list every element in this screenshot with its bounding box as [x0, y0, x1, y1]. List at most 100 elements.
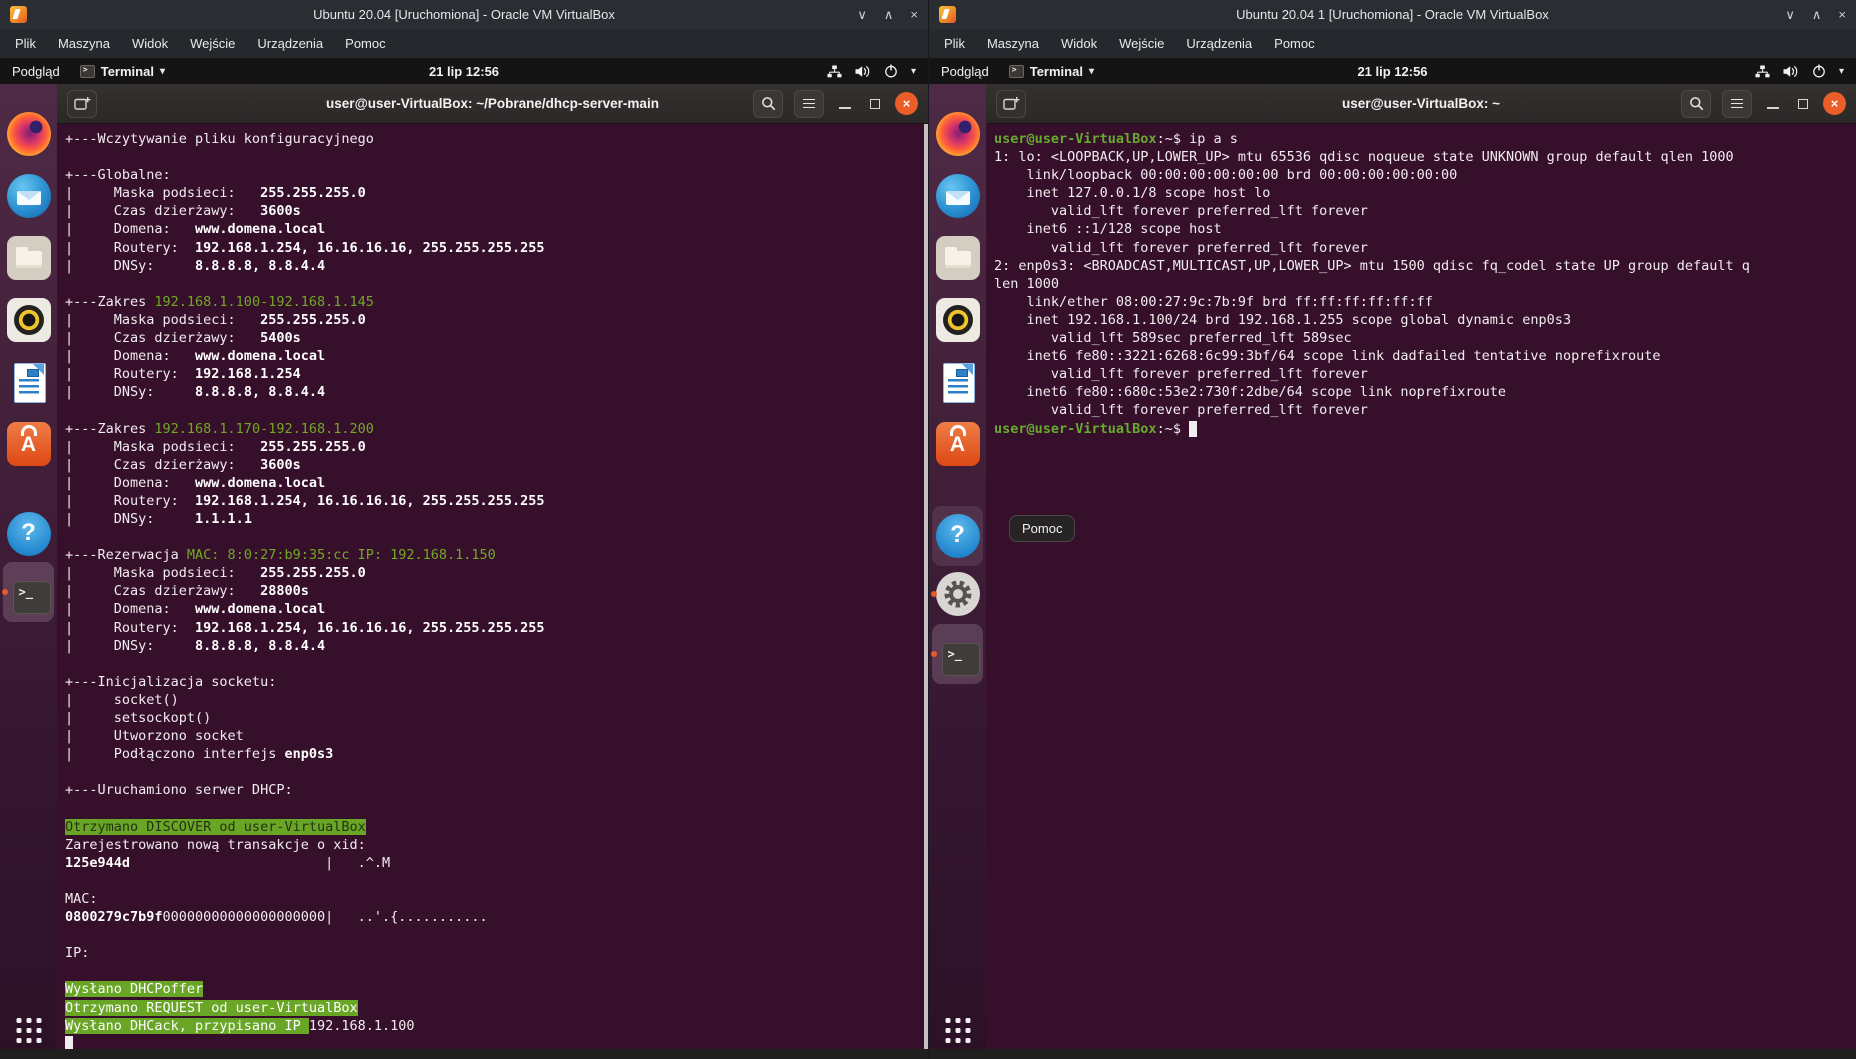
dock-item-firefox[interactable]	[932, 106, 983, 162]
dock-item-ubuntu-software[interactable]: A	[932, 416, 983, 472]
dock-item-terminal[interactable]: >_	[3, 562, 54, 622]
terminal-line: valid_lft forever preferred_lft forever	[994, 239, 1856, 257]
terminal-line	[65, 799, 928, 817]
maximize-window-button[interactable]: ∧	[884, 8, 894, 21]
virtualbox-statusbar	[929, 1049, 1856, 1059]
terminal-line: | Czas dzierżawy: 28800s	[65, 582, 928, 600]
system-status-area[interactable]: ▾	[827, 64, 928, 78]
terminal-icon: >_	[942, 643, 980, 676]
terminal-line: valid_lft 589sec preferred_lft 589sec	[994, 329, 1856, 347]
dock-item-firefox[interactable]	[3, 106, 54, 162]
titlebar[interactable]: Ubuntu 20.04 1 [Uruchomiona] - Oracle VM…	[929, 0, 1856, 29]
terminal-line	[65, 763, 928, 781]
dock-item-rhythmbox[interactable]	[932, 292, 983, 348]
dock-item-files[interactable]	[932, 230, 983, 286]
maximize-window-button[interactable]: ∧	[1812, 8, 1822, 21]
terminal-line: Wysłano DHCack, przypisano IP 192.168.1.…	[65, 1017, 928, 1035]
gnome-topbar: Podgląd Terminal ▾ 21 lip 12:56	[929, 58, 1856, 84]
running-indicator-dot	[2, 589, 8, 595]
thunderbird-icon	[936, 174, 980, 218]
terminal-restore-button[interactable]	[1798, 99, 1808, 109]
menu-widok[interactable]: Widok	[1050, 29, 1108, 58]
show-applications-button[interactable]	[945, 1018, 970, 1043]
search-button[interactable]	[753, 90, 783, 118]
virtualbox-window-left: Ubuntu 20.04 [Uruchomiona] - Oracle VM V…	[0, 0, 928, 1059]
libreoffice-writer-icon	[936, 360, 980, 404]
libreoffice-writer-icon	[7, 360, 51, 404]
terminal-line: valid_lft forever preferred_lft forever	[994, 401, 1856, 419]
dock-item-ubuntu-software[interactable]: A	[3, 416, 54, 472]
terminal-line: | socket()	[65, 691, 928, 709]
close-window-button[interactable]: ×	[1838, 8, 1846, 21]
menu-pomoc[interactable]: Pomoc	[334, 29, 396, 58]
gnome-topbar: Podgląd Terminal ▾ 21 lip 12:56	[0, 58, 928, 84]
power-icon	[1812, 64, 1826, 78]
vm-screen: user@user-VirtualBox: ~/Pobrane/dhcp-ser…	[0, 84, 928, 1059]
terminal-headerbar[interactable]: user@user-VirtualBox: ~/Pobrane/dhcp-ser…	[57, 84, 928, 124]
terminal-line: MAC:	[65, 890, 928, 908]
terminal-close-button[interactable]: ×	[1823, 92, 1846, 115]
rhythmbox-icon	[936, 298, 980, 342]
terminal-line: +---Rezerwacja MAC: 8:0:27:b9:35:cc IP: …	[65, 546, 928, 564]
dock-item-thunderbird[interactable]	[932, 168, 983, 224]
menu-widok[interactable]: Widok	[121, 29, 179, 58]
power-icon	[884, 64, 898, 78]
dock-item-libreoffice-writer[interactable]	[3, 354, 54, 410]
terminal-restore-button[interactable]	[870, 99, 880, 109]
terminal-line: 2: enp0s3: <BROADCAST,MULTICAST,UP,LOWER…	[994, 257, 1856, 275]
virtualbox-window-right: Ubuntu 20.04 1 [Uruchomiona] - Oracle VM…	[928, 0, 1856, 1059]
terminal-line: +---Zakres 192.168.1.170-192.168.1.200	[65, 420, 928, 438]
minimize-window-button[interactable]: ∨	[1785, 8, 1795, 21]
dock-item-rhythmbox[interactable]	[3, 292, 54, 348]
show-applications-button[interactable]	[16, 1018, 41, 1043]
vm-screen: user@user-VirtualBox: ~	[929, 84, 1856, 1059]
dock-item-terminal[interactable]: >_	[932, 624, 983, 684]
terminal-line: | setsockopt()	[65, 709, 928, 727]
terminal-line	[65, 401, 928, 419]
terminal-line: | Domena: www.domena.local	[65, 474, 928, 492]
menu-pomoc[interactable]: Pomoc	[1263, 29, 1325, 58]
terminal-screen[interactable]: user@user-VirtualBox:~$ ip a s1: lo: <LO…	[986, 124, 1856, 1059]
menu-urzadzenia[interactable]: Urządzenia	[246, 29, 334, 58]
terminal-headerbar[interactable]: user@user-VirtualBox: ~	[986, 84, 1856, 124]
system-status-area[interactable]: ▾	[1755, 64, 1856, 78]
menu-button[interactable]	[794, 90, 824, 118]
menu-button[interactable]	[1722, 90, 1752, 118]
dock-item-thunderbird[interactable]	[3, 168, 54, 224]
search-button[interactable]	[1681, 90, 1711, 118]
menu-wejscie[interactable]: Wejście	[1108, 29, 1175, 58]
terminal-line: | Czas dzierżawy: 3600s	[65, 456, 928, 474]
terminal-minimize-button[interactable]	[839, 107, 851, 109]
thunderbird-icon	[7, 174, 51, 218]
close-window-button[interactable]: ×	[910, 8, 918, 21]
menu-urzadzenia[interactable]: Urządzenia	[1175, 29, 1263, 58]
minimize-window-button[interactable]: ∨	[857, 8, 867, 21]
menu-maszyna[interactable]: Maszyna	[976, 29, 1050, 58]
terminal-line: inet 192.168.1.100/24 brd 192.168.1.255 …	[994, 311, 1856, 329]
titlebar[interactable]: Ubuntu 20.04 [Uruchomiona] - Oracle VM V…	[0, 0, 928, 29]
chevron-down-icon: ▾	[911, 66, 916, 77]
terminal-line: | Domena: www.domena.local	[65, 347, 928, 365]
dock-item-help[interactable]: ?	[932, 506, 983, 566]
terminal-line: | DNSy: 1.1.1.1	[65, 510, 928, 528]
dock-item-settings[interactable]	[932, 566, 983, 622]
menu-plik[interactable]: Plik	[4, 29, 47, 58]
running-indicator-dot	[931, 651, 937, 657]
menu-wejscie[interactable]: Wejście	[179, 29, 246, 58]
dock-item-help[interactable]: ?	[3, 506, 54, 562]
rhythmbox-icon	[7, 298, 51, 342]
files-icon	[936, 236, 980, 280]
terminal-line: | Maska podsieci: 255.255.255.0	[65, 184, 928, 202]
dock-item-files[interactable]	[3, 230, 54, 286]
terminal-line: valid_lft forever preferred_lft forever	[994, 202, 1856, 220]
dock-item-libreoffice-writer[interactable]	[932, 354, 983, 410]
terminal-minimize-button[interactable]	[1767, 107, 1779, 109]
terminal-close-button[interactable]: ×	[895, 92, 918, 115]
menu-plik[interactable]: Plik	[933, 29, 976, 58]
topbar-clock[interactable]: 21 lip 12:56	[929, 64, 1856, 79]
menu-maszyna[interactable]: Maszyna	[47, 29, 121, 58]
topbar-clock[interactable]: 21 lip 12:56	[0, 64, 928, 79]
terminal-line: +---Inicjalizacja socketu:	[65, 673, 928, 691]
terminal-line: | Routery: 192.168.1.254, 16.16.16.16, 2…	[65, 619, 928, 637]
terminal-screen[interactable]: +---Wczytywanie pliku konfiguracyjnego +…	[57, 124, 928, 1059]
